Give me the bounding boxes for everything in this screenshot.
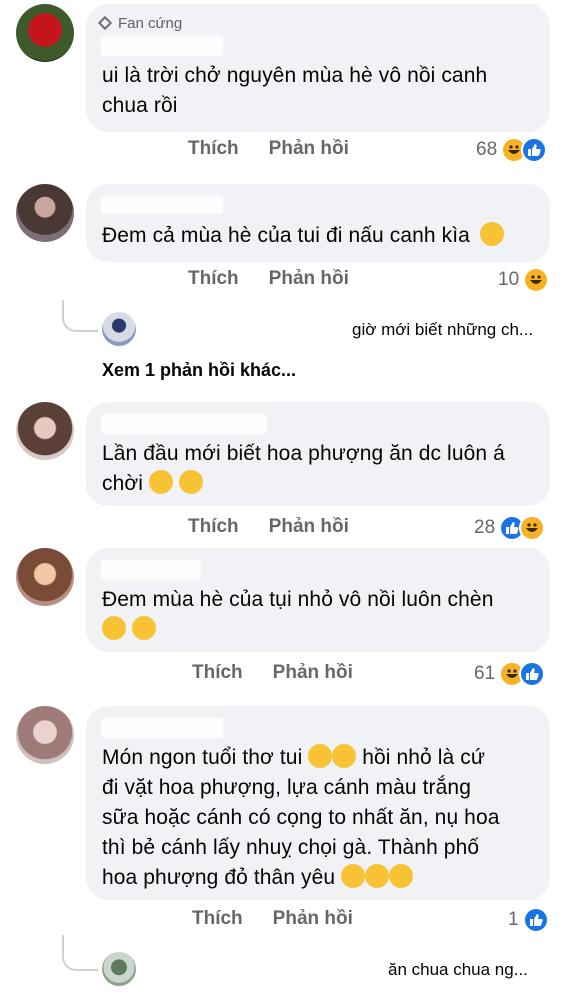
- crying-laughing-emoji: [308, 744, 333, 768]
- comment-text: ui là trời chở nguyên mùa hè vô nồi canh…: [102, 64, 488, 117]
- avatar[interactable]: [16, 548, 74, 606]
- crying-laughing-emoji: [102, 616, 126, 640]
- reaction-summary[interactable]: 68: [476, 137, 548, 163]
- crying-laughing-emoji: [332, 744, 357, 768]
- comment-bubble: Lần đầu mới biết hoa phượng ăn dc luôn á…: [86, 402, 550, 506]
- comment-bubble: Đem cả mùa hè của tui đi nấu canh kìa: [86, 184, 550, 262]
- comment-actions: Thích Phản hồi: [188, 268, 349, 290]
- reaction-summary[interactable]: 1: [508, 907, 549, 933]
- reaction-count: 1: [508, 909, 519, 930]
- like-button[interactable]: Thích: [192, 662, 243, 684]
- reply-thread-line: [62, 300, 98, 332]
- diamond-icon: [97, 15, 113, 31]
- commenter-name[interactable]: [101, 36, 223, 56]
- commenter-name[interactable]: [101, 718, 223, 738]
- commenter-name[interactable]: [101, 414, 267, 434]
- comment-actions: Thích Phản hồi: [188, 138, 349, 160]
- comment-bubble: Fan cứng ui là trời chở nguyên mùa hè vô…: [86, 4, 550, 132]
- avatar[interactable]: [16, 184, 74, 242]
- like-reaction-icon: [522, 907, 549, 933]
- reaction-count: 28: [474, 517, 496, 538]
- comment-bubble: Món ngon tuổi thơ tui hồi nhỏ là cứ đi v…: [86, 706, 550, 900]
- reply-button[interactable]: Phản hồi: [273, 662, 353, 684]
- avatar[interactable]: [16, 4, 74, 62]
- comment-text: Lần đầu mới biết hoa phượng ăn dc luôn á…: [102, 442, 505, 495]
- badge-label: Fan cứng: [118, 14, 183, 32]
- fan-badge: Fan cứng: [97, 13, 183, 33]
- avatar[interactable]: [16, 402, 74, 460]
- reaction-count: 10: [498, 269, 520, 290]
- sweat-smile-emoji: [479, 222, 504, 246]
- avatar[interactable]: [16, 706, 74, 764]
- haha-reaction-icon: [519, 515, 546, 541]
- view-more-replies-link[interactable]: Xem 1 phản hồi khác...: [102, 360, 296, 381]
- reply-button[interactable]: Phản hồi: [269, 268, 349, 290]
- reply-thread-line: [62, 935, 98, 971]
- reply-preview[interactable]: ăn chua chua ng...: [388, 960, 528, 980]
- reply-avatar[interactable]: [102, 312, 136, 346]
- reaction-summary[interactable]: 61: [474, 661, 546, 687]
- heart-eyes-emoji: [341, 864, 366, 888]
- comment-text: Đem mùa hè của tụi nhỏ vô nồi luôn chèn: [102, 585, 534, 645]
- like-button[interactable]: Thích: [188, 516, 239, 538]
- like-button[interactable]: Thích: [188, 268, 239, 290]
- commenter-name[interactable]: [101, 196, 223, 214]
- comment-bubble: Đem mùa hè của tụi nhỏ vô nồi luôn chèn: [86, 548, 550, 652]
- comment-text: Đem cả mùa hè của tui đi nấu canh kìa: [102, 221, 534, 251]
- reply-button[interactable]: Phản hồi: [273, 908, 353, 930]
- like-reaction-icon: [521, 137, 548, 163]
- comment-actions: Thích Phản hồi: [192, 662, 353, 684]
- comment-actions: Thích Phản hồi: [188, 516, 349, 538]
- commenter-name[interactable]: [101, 560, 201, 580]
- reaction-count: 68: [476, 139, 498, 160]
- like-reaction-icon: [519, 661, 546, 687]
- reaction-count: 61: [474, 663, 496, 684]
- like-button[interactable]: Thích: [188, 138, 239, 160]
- comment-actions: Thích Phản hồi: [192, 908, 353, 930]
- reaction-summary[interactable]: 10: [498, 267, 550, 293]
- reply-button[interactable]: Phản hồi: [269, 138, 349, 160]
- reaction-summary[interactable]: 28: [474, 515, 546, 541]
- heart-eyes-emoji: [365, 864, 390, 888]
- flushed-emoji: [148, 470, 173, 494]
- haha-reaction-icon: [523, 267, 550, 293]
- heart-eyes-emoji: [389, 864, 414, 888]
- reply-preview[interactable]: giờ mới biết những ch...: [352, 320, 533, 340]
- like-button[interactable]: Thích: [192, 908, 243, 930]
- flushed-emoji: [178, 470, 203, 494]
- reply-button[interactable]: Phản hồi: [269, 516, 349, 538]
- reply-avatar[interactable]: [102, 952, 136, 986]
- raised-eyebrow-emoji: [131, 616, 156, 640]
- comment-text: Món ngon tuổi thơ tui hồi nhỏ là cứ đi v…: [102, 744, 500, 889]
